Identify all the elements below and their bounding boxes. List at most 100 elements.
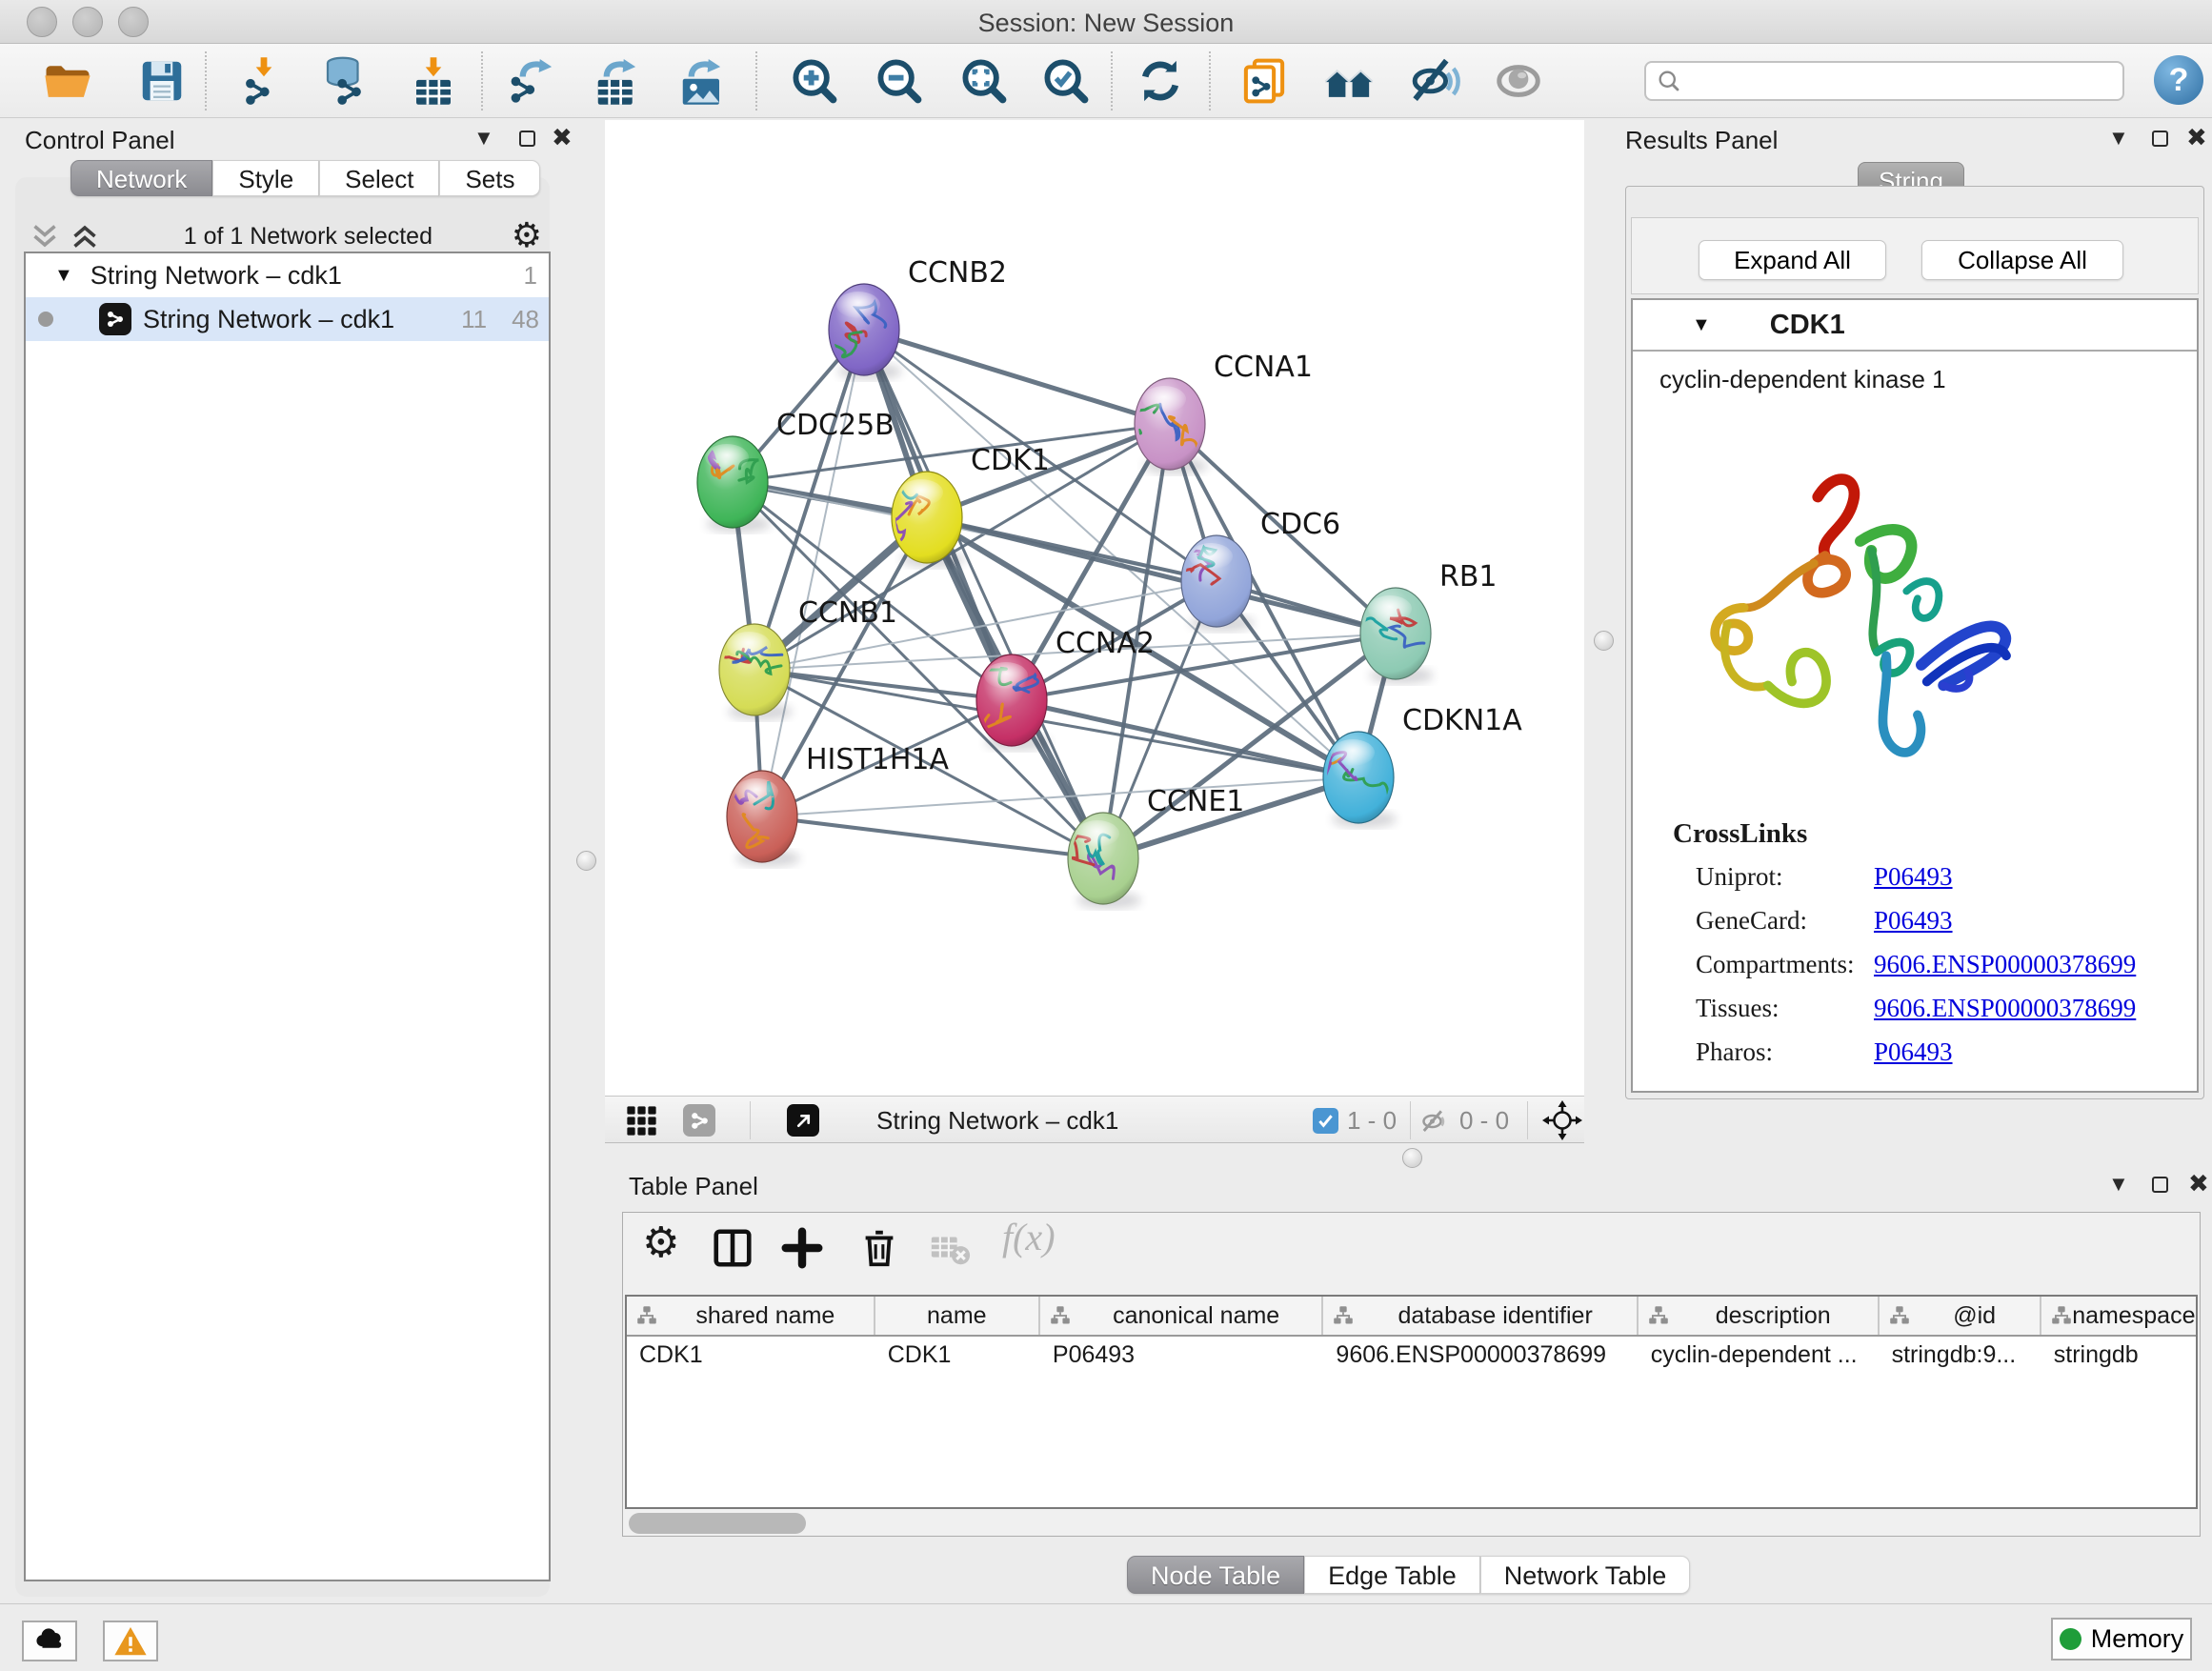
export-table-icon[interactable] xyxy=(592,55,643,107)
warnings-button[interactable] xyxy=(103,1621,158,1661)
clone-network-icon[interactable] xyxy=(1238,55,1290,107)
first-neighbors-houses-icon[interactable] xyxy=(1323,55,1375,107)
export-network-icon[interactable] xyxy=(508,55,559,107)
tab-network-table[interactable]: Network Table xyxy=(1480,1556,1691,1594)
tab-style[interactable]: Style xyxy=(212,160,319,196)
column-header-@id[interactable]: @id xyxy=(1880,1297,2041,1335)
table-close-icon[interactable]: ✖ xyxy=(2188,1169,2209,1198)
crosslink-link[interactable]: P06493 xyxy=(1874,862,1953,892)
search-input[interactable] xyxy=(1690,68,2122,94)
crosslink-label: Uniprot: xyxy=(1696,862,1874,892)
expand-all-trees-icon[interactable] xyxy=(70,222,99,251)
import-network-icon[interactable] xyxy=(238,55,290,107)
table-row[interactable]: CDK1CDK1P064939606.ENSP00000378699cyclin… xyxy=(627,1337,2196,1373)
open-session-icon[interactable] xyxy=(42,55,93,107)
save-session-icon[interactable] xyxy=(136,55,188,107)
column-label: name xyxy=(875,1302,1038,1330)
crosslink-row: Uniprot:P06493 xyxy=(1633,855,2197,898)
results-menu-icon[interactable]: ▼ xyxy=(2108,126,2129,151)
results-close-icon[interactable]: ✖ xyxy=(2186,123,2207,152)
zoom-out-icon[interactable] xyxy=(874,55,925,107)
network-share-icon[interactable] xyxy=(683,1104,715,1137)
birds-eye-grid-icon[interactable] xyxy=(626,1105,657,1137)
network-graph[interactable]: CCNB2CCNA1CDC25BCDK1CDC6RB1CCNB1CCNA2CDK… xyxy=(605,120,1584,1096)
column-header-name[interactable]: name xyxy=(875,1297,1040,1335)
panel-float-icon[interactable] xyxy=(519,131,535,147)
table-cell[interactable]: stringdb xyxy=(2041,1341,2196,1369)
show-all-eye-icon[interactable] xyxy=(1493,55,1544,107)
export-image-icon[interactable] xyxy=(676,55,728,107)
table-cell[interactable]: P06493 xyxy=(1040,1341,1324,1369)
crosslink-row: Pharos:P06493 xyxy=(1633,1030,2197,1074)
table-float-icon[interactable] xyxy=(2152,1177,2168,1193)
collapse-triangle-icon[interactable]: ▼ xyxy=(54,265,73,287)
expand-all-button[interactable]: Expand All xyxy=(1699,240,1886,280)
table-cell[interactable]: stringdb:9... xyxy=(1880,1341,2041,1369)
network-edge[interactable] xyxy=(1012,700,1358,777)
node-label: CCNA2 xyxy=(1056,627,1155,660)
tab-edge-table[interactable]: Edge Table xyxy=(1304,1556,1480,1594)
zoom-fit-icon[interactable] xyxy=(958,55,1010,107)
import-table-icon[interactable] xyxy=(408,55,459,107)
import-network-from-database-icon[interactable] xyxy=(319,55,371,107)
network-edge[interactable] xyxy=(762,816,1103,858)
gene-section-header[interactable]: ▼ CDK1 xyxy=(1633,300,2197,352)
node-label: CCNB1 xyxy=(798,596,897,630)
table-horizontal-scrollbar[interactable] xyxy=(625,1511,2198,1536)
column-header-database-identifier[interactable]: database identifier xyxy=(1323,1297,1638,1335)
delete-column-trash-icon[interactable] xyxy=(857,1226,903,1272)
column-header-description[interactable]: description xyxy=(1639,1297,1880,1335)
table-cell[interactable]: CDK1 xyxy=(875,1341,1040,1369)
help-icon[interactable]: ? xyxy=(2154,55,2203,105)
show-columns-icon[interactable] xyxy=(711,1226,756,1272)
crosslink-link[interactable]: P06493 xyxy=(1874,1037,1953,1067)
table-cell[interactable]: 9606.ENSP00000378699 xyxy=(1323,1341,1638,1369)
network-row[interactable]: String Network – cdk1 11 48 xyxy=(26,297,549,341)
column-header-shared-name[interactable]: shared name xyxy=(627,1297,875,1335)
zoom-in-icon[interactable] xyxy=(789,55,840,107)
column-header-canonical-name[interactable]: canonical name xyxy=(1040,1297,1324,1335)
tab-node-table[interactable]: Node Table xyxy=(1127,1556,1304,1594)
tab-sets[interactable]: Sets xyxy=(439,160,540,196)
table-cell[interactable]: CDK1 xyxy=(627,1341,875,1369)
tab-select[interactable]: Select xyxy=(319,160,439,196)
main-toolbar: ? xyxy=(0,44,2212,118)
network-canvas[interactable]: CCNB2CCNA1CDC25BCDK1CDC6RB1CCNB1CCNA2CDK… xyxy=(605,120,1584,1096)
network-collection-row[interactable]: ▼ String Network – cdk1 1 xyxy=(26,253,549,297)
selected-nodes-checkbox-icon[interactable] xyxy=(1313,1108,1338,1134)
cloud-button[interactable] xyxy=(22,1621,77,1661)
network-edge[interactable] xyxy=(754,670,1012,700)
collapse-all-trees-icon[interactable] xyxy=(30,222,59,251)
add-column-icon[interactable] xyxy=(780,1226,826,1272)
crosslink-link[interactable]: 9606.ENSP00000378699 xyxy=(1874,950,2136,979)
table-options-gear-icon[interactable]: ⚙ xyxy=(642,1220,688,1266)
hide-selected-eye-slash-icon[interactable] xyxy=(1410,55,1461,107)
table-cell[interactable]: cyclin-dependent ... xyxy=(1639,1341,1880,1369)
table-menu-icon[interactable]: ▼ xyxy=(2108,1172,2129,1197)
crosslink-link[interactable]: 9606.ENSP00000378699 xyxy=(1874,994,2136,1023)
protein-structure-image xyxy=(1677,453,2033,757)
results-float-icon[interactable] xyxy=(2152,131,2168,147)
crosslink-label: GeneCard: xyxy=(1696,906,1874,936)
collapse-all-button[interactable]: Collapse All xyxy=(1921,240,2123,280)
right-splitter-handle[interactable] xyxy=(1594,631,1614,651)
search-icon xyxy=(1656,68,1682,94)
network-options-gear-icon[interactable]: ⚙ xyxy=(512,219,542,253)
crosslink-link[interactable]: P06493 xyxy=(1874,906,1953,936)
panel-menu-icon[interactable]: ▼ xyxy=(473,126,494,151)
left-splitter-handle[interactable] xyxy=(576,851,596,871)
network-edge[interactable] xyxy=(864,330,1170,424)
node-label: HIST1H1A xyxy=(806,743,950,776)
network-edge[interactable] xyxy=(864,330,1103,858)
scrollbar-thumb[interactable] xyxy=(629,1513,806,1534)
tab-network[interactable]: Network xyxy=(70,160,212,196)
search-box xyxy=(1644,61,2124,101)
memory-button[interactable]: Memory xyxy=(2051,1618,2192,1661)
zoom-selected-icon[interactable] xyxy=(1040,55,1092,107)
panel-close-icon[interactable]: ✖ xyxy=(552,123,573,152)
gene-collapse-triangle-icon[interactable]: ▼ xyxy=(1692,314,1711,336)
refresh-icon[interactable] xyxy=(1135,55,1186,107)
open-in-new-window-icon[interactable] xyxy=(787,1104,819,1137)
pan-crosshair-icon[interactable] xyxy=(1541,1099,1583,1141)
column-header-namespace[interactable]: namespace xyxy=(2041,1297,2196,1335)
